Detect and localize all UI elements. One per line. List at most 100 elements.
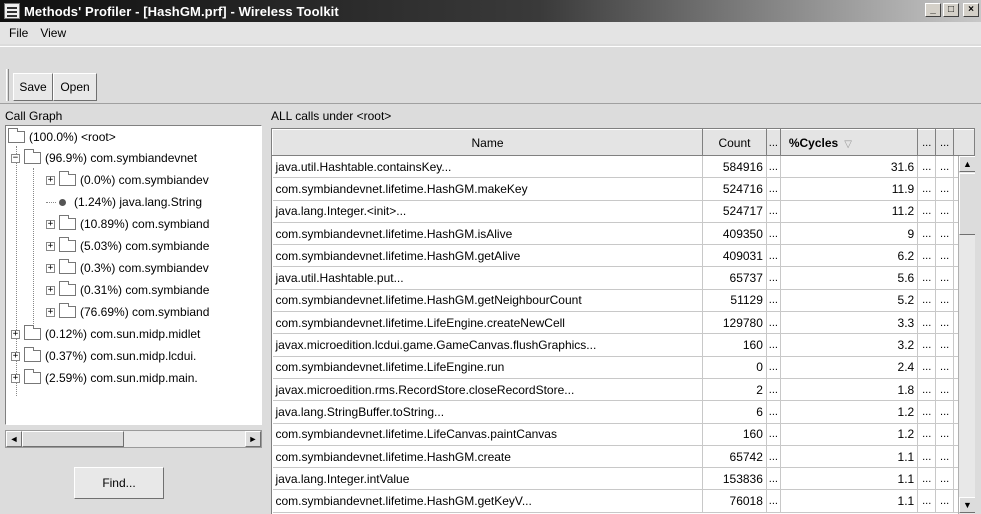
tree-item-root[interactable]: (100.0%) <root> (8, 127, 116, 147)
cell-more: ... (766, 445, 781, 469)
cell-cycles: 3.2 (780, 333, 919, 357)
toolbar: Save Open (0, 46, 981, 104)
cell-name: java.util.Hashtable.put... (272, 266, 704, 290)
tree-item[interactable]: + (0.0%) com.symbiandev (46, 170, 209, 190)
table-row[interactable]: com.symbiandevnet.lifetime.LifeCanvas.pa… (272, 423, 975, 446)
scroll-right-icon[interactable]: ► (245, 431, 261, 447)
column-header-cycles-label: %Cycles (788, 135, 839, 150)
column-header-count[interactable]: Count (702, 129, 767, 156)
table-row[interactable]: com.symbiandevnet.lifetime.LifeEngine.ru… (272, 356, 975, 379)
cell-count: 2 (702, 378, 767, 402)
folder-icon (59, 215, 76, 230)
cell-more: ... (917, 200, 937, 223)
open-button[interactable]: Open (53, 73, 97, 101)
tree-item[interactable]: + (2.59%) com.sun.midp.main. (11, 368, 198, 388)
cell-more: ... (917, 400, 937, 424)
maximize-button[interactable]: □ (943, 3, 959, 17)
expand-icon[interactable]: + (11, 329, 20, 339)
find-button[interactable]: Find... (74, 467, 164, 499)
tree-horizontal-scrollbar[interactable]: ◄ ► (5, 430, 262, 448)
cell-name: javax.microedition.lcdui.game.GameCanvas… (272, 333, 704, 357)
cell-more: ... (917, 489, 937, 513)
call-graph-panel: Call Graph (100.0%) <root> − (96.9%) com… (0, 105, 266, 514)
tree-item-label: (5.03%) com.symbiande (80, 239, 210, 253)
tree-item[interactable]: + (10.89%) com.symbiand (46, 214, 209, 234)
collapse-icon[interactable]: − (11, 153, 20, 163)
cell-count: 65737 (702, 266, 767, 290)
scroll-down-icon[interactable]: ▼ (959, 497, 975, 513)
table-row[interactable]: java.lang.Integer.intValue 153836... 1.1..… (272, 467, 975, 491)
expand-icon[interactable]: + (46, 219, 55, 229)
table-row[interactable]: com.symbiandevnet.lifetime.HashGM.getAli… (272, 244, 975, 268)
cell-more: ... (766, 489, 781, 513)
cell-cycles: 1.1 (780, 445, 919, 469)
table-row[interactable]: javax.microedition.lcdui.game.GameCanvas… (272, 333, 975, 357)
expand-icon[interactable]: + (46, 285, 55, 295)
expand-icon[interactable]: + (11, 373, 20, 383)
expand-icon[interactable]: + (46, 241, 55, 251)
column-header-more[interactable]: ... (917, 129, 937, 156)
cell-more: ... (766, 222, 781, 246)
table-row[interactable]: com.symbiandevnet.lifetime.LifeEngine.cr… (272, 311, 975, 335)
tree-item[interactable]: − (96.9%) com.symbiandevnet (11, 148, 197, 168)
table-row[interactable]: java.lang.Integer.<init>... 524717... 11.2… (272, 200, 975, 223)
column-header-name[interactable]: Name (272, 129, 704, 156)
tree-item[interactable]: + (0.31%) com.symbiande (46, 280, 209, 300)
table-row[interactable]: com.symbiandevnet.lifetime.HashGM.getNei… (272, 289, 975, 313)
tree-item[interactable]: + (0.12%) com.sun.midp.midlet (11, 324, 200, 344)
column-header-more[interactable]: ... (935, 129, 955, 156)
title-bar[interactable]: Methods' Profiler - [HashGM.prf] - Wirel… (0, 0, 981, 22)
scroll-left-icon[interactable]: ◄ (6, 431, 22, 447)
calls-table: Name Count ... %Cycles ▽ ... ... java.uti… (272, 129, 975, 513)
cell-more: ... (935, 289, 955, 313)
table-row[interactable]: com.symbiandevnet.lifetime.HashGM.getKey… (272, 489, 975, 513)
cell-name: com.symbiandevnet.lifetime.LifeCanvas.pa… (272, 423, 704, 446)
column-header-cycles[interactable]: %Cycles ▽ (779, 129, 919, 156)
table-row[interactable]: com.symbiandevnet.lifetime.HashGM.makeKe… (272, 177, 975, 201)
table-row[interactable]: com.symbiandevnet.lifetime.HashGM.isAliv… (272, 222, 975, 246)
cell-more: ... (935, 489, 955, 513)
minimize-button[interactable]: _ (925, 3, 941, 17)
table-vertical-scrollbar[interactable]: ▲ ▼ (958, 156, 975, 514)
tree-item[interactable]: (1.24%) java.lang.String (46, 192, 202, 212)
cell-more: ... (766, 266, 781, 290)
cell-more: ... (917, 155, 937, 179)
table-row[interactable]: java.util.Hashtable.put... 65737... 5.6...… (272, 266, 975, 290)
call-graph-tree[interactable]: (100.0%) <root> − (96.9%) com.symbiandev… (5, 125, 262, 425)
scrollbar-thumb[interactable] (22, 431, 124, 447)
cell-more: ... (935, 356, 955, 379)
cell-more: ... (917, 423, 937, 446)
expand-icon[interactable]: + (46, 263, 55, 273)
folder-icon (24, 149, 41, 164)
folder-icon (59, 281, 76, 296)
tree-item[interactable]: + (76.69%) com.symbiand (46, 302, 209, 322)
folder-icon (59, 171, 76, 186)
scroll-up-icon[interactable]: ▲ (959, 156, 975, 172)
table-row[interactable]: javax.microedition.rms.RecordStore.close… (272, 378, 975, 402)
expand-icon[interactable]: + (46, 175, 55, 185)
save-button[interactable]: Save (13, 73, 53, 101)
column-header-more[interactable]: ... (765, 129, 781, 156)
cell-count: 0 (702, 356, 767, 379)
scrollbar-thumb[interactable] (959, 173, 975, 235)
folder-icon (24, 325, 41, 340)
menu-file[interactable]: File (4, 26, 35, 40)
tree-item[interactable]: + (0.3%) com.symbiandev (46, 258, 209, 278)
cell-more: ... (766, 311, 781, 335)
tree-item-label: (2.59%) com.sun.midp.main. (45, 371, 198, 385)
cell-cycles: 3.3 (780, 311, 919, 335)
table-row[interactable]: com.symbiandevnet.lifetime.HashGM.create… (272, 445, 975, 469)
cell-more: ... (935, 378, 955, 402)
tree-item-label: (10.89%) com.symbiand (80, 217, 210, 231)
expand-icon[interactable]: + (46, 307, 55, 317)
cell-count: 153836 (702, 467, 767, 491)
cell-more: ... (935, 311, 955, 335)
toolbar-grip[interactable] (6, 69, 9, 101)
menu-view[interactable]: View (35, 26, 73, 40)
close-button[interactable]: × (963, 3, 979, 17)
tree-item[interactable]: + (0.37%) com.sun.midp.lcdui. (11, 346, 196, 366)
table-row[interactable]: java.util.Hashtable.containsKey... 584916… (272, 155, 975, 179)
expand-icon[interactable]: + (11, 351, 20, 361)
tree-item[interactable]: + (5.03%) com.symbiande (46, 236, 209, 256)
table-row[interactable]: java.lang.StringBuffer.toString... 6... 1.… (272, 400, 975, 424)
